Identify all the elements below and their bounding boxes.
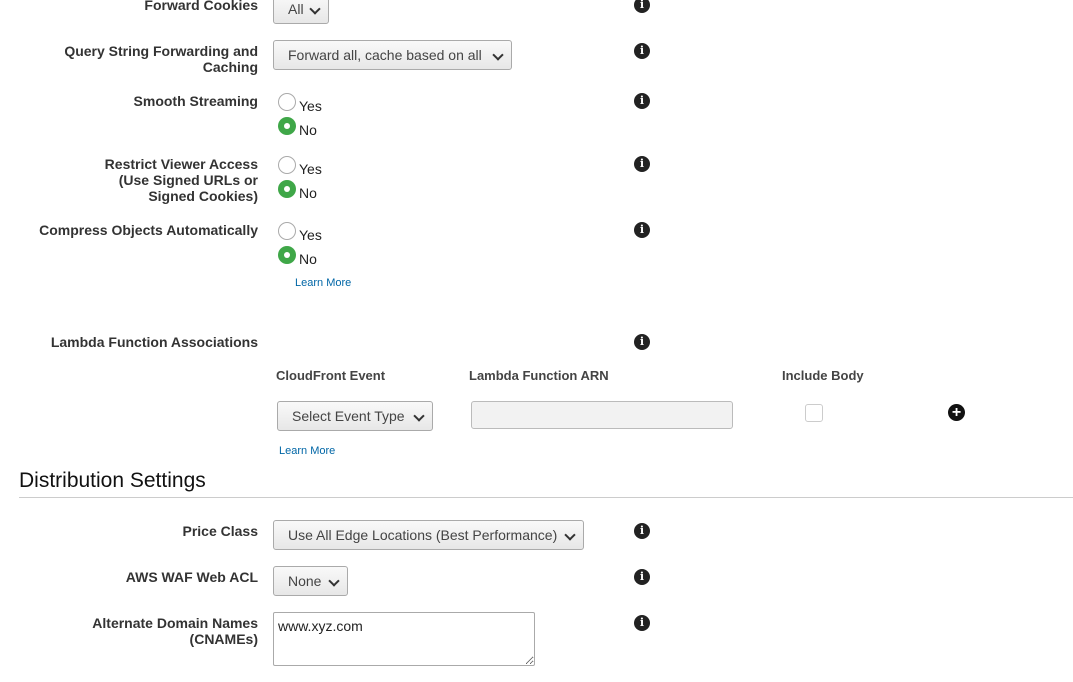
smooth-streaming-yes-radio[interactable] bbox=[278, 93, 296, 111]
query-string-select[interactable]: Forward all, cache based on all bbox=[273, 40, 512, 70]
compress-yes-label: Yes bbox=[299, 227, 322, 243]
cnames-textarea[interactable]: www.xyz.com bbox=[273, 612, 535, 666]
include-body-checkbox[interactable] bbox=[805, 404, 823, 422]
chevron-down-icon bbox=[328, 575, 340, 587]
section-heading: Distribution Settings bbox=[19, 469, 206, 492]
info-icon[interactable]: i bbox=[634, 523, 650, 539]
query-string-label-line2: Caching bbox=[202, 59, 258, 75]
restrict-viewer-yes-label: Yes bbox=[299, 161, 322, 177]
cnames-label: Alternate Domain Names (CNAMEs) bbox=[92, 615, 258, 647]
info-icon[interactable]: i bbox=[634, 93, 650, 109]
section-divider bbox=[19, 497, 1073, 498]
compress-learn-more-link[interactable]: Learn More bbox=[295, 277, 351, 289]
info-icon[interactable]: i bbox=[634, 43, 650, 59]
column-header-include-body: Include Body bbox=[782, 368, 864, 383]
lambda-learn-more-link[interactable]: Learn More bbox=[279, 445, 335, 457]
info-icon[interactable]: i bbox=[634, 615, 650, 631]
smooth-streaming-no-label: No bbox=[299, 122, 317, 138]
smooth-streaming-yes-label: Yes bbox=[299, 98, 322, 114]
query-string-value: Forward all, cache based on all bbox=[288, 47, 482, 63]
lambda-arn-input[interactable] bbox=[471, 401, 733, 429]
cnames-label-line2: (CNAMEs) bbox=[189, 631, 258, 647]
info-icon[interactable]: i bbox=[634, 334, 650, 350]
info-icon[interactable]: i bbox=[634, 222, 650, 238]
waf-web-acl-select[interactable]: None bbox=[273, 566, 348, 596]
column-header-cloudfront-event: CloudFront Event bbox=[276, 368, 386, 383]
compress-objects-label: Compress Objects Automatically bbox=[39, 222, 258, 238]
restrict-viewer-yes-radio[interactable] bbox=[278, 156, 296, 174]
plus-circle-icon[interactable]: + bbox=[948, 404, 965, 421]
info-icon[interactable]: i bbox=[634, 569, 650, 585]
chevron-down-icon bbox=[564, 529, 576, 541]
info-icon[interactable]: i bbox=[634, 0, 650, 13]
restrict-viewer-no-label: No bbox=[299, 185, 317, 201]
chevron-down-icon bbox=[492, 49, 504, 61]
cloudfront-event-select[interactable]: Select Event Type bbox=[277, 401, 433, 431]
restrict-viewer-label-line3: Signed Cookies) bbox=[148, 188, 258, 204]
forward-cookies-label: Forward Cookies bbox=[144, 0, 258, 13]
lambda-associations-label: Lambda Function Associations bbox=[50, 334, 258, 350]
info-icon[interactable]: i bbox=[634, 156, 650, 172]
query-string-label: Query String Forwarding and Caching bbox=[64, 43, 258, 75]
restrict-viewer-no-radio[interactable] bbox=[278, 180, 296, 198]
compress-yes-radio[interactable] bbox=[278, 222, 296, 240]
query-string-label-line1: Query String Forwarding and bbox=[64, 43, 258, 59]
chevron-down-icon bbox=[413, 410, 425, 422]
waf-web-acl-label: AWS WAF Web ACL bbox=[125, 569, 258, 585]
price-class-select[interactable]: Use All Edge Locations (Best Performance… bbox=[273, 520, 584, 550]
compress-no-label: No bbox=[299, 251, 317, 267]
restrict-viewer-label: Restrict Viewer Access (Use Signed URLs … bbox=[105, 156, 258, 204]
restrict-viewer-label-line2: (Use Signed URLs or bbox=[118, 172, 258, 188]
cnames-label-line1: Alternate Domain Names bbox=[92, 615, 258, 631]
chevron-down-icon bbox=[309, 3, 321, 15]
smooth-streaming-label: Smooth Streaming bbox=[133, 93, 258, 109]
price-class-value: Use All Edge Locations (Best Performance… bbox=[288, 527, 558, 543]
smooth-streaming-no-radio[interactable] bbox=[278, 117, 296, 135]
forward-cookies-select[interactable]: All bbox=[273, 0, 329, 24]
waf-web-acl-value: None bbox=[288, 573, 322, 589]
compress-no-radio[interactable] bbox=[278, 246, 296, 264]
cloudfront-event-value: Select Event Type bbox=[292, 408, 405, 424]
column-header-lambda-arn: Lambda Function ARN bbox=[469, 368, 609, 383]
forward-cookies-value: All bbox=[288, 1, 304, 17]
restrict-viewer-label-line1: Restrict Viewer Access bbox=[104, 156, 258, 172]
price-class-label: Price Class bbox=[182, 523, 259, 539]
